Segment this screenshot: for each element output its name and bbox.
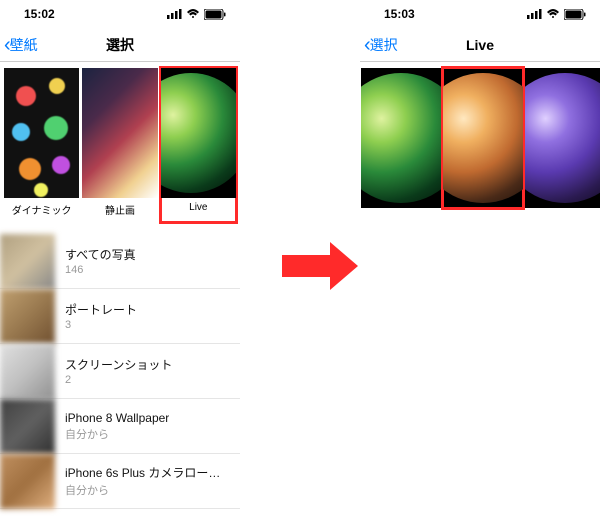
back-button[interactable]: ‹ 選択 [360, 35, 398, 55]
album-row[interactable]: iPhone 8 Wallpaper自分から [0, 399, 240, 454]
status-bar: 15:03 [360, 0, 600, 28]
nav-bar: ‹ 壁紙 選択 [0, 28, 240, 62]
screen-wallpaper-select: 15:02 ‹ 壁紙 選択 ダイナミック静止画Live すべての写真146ポート… [0, 0, 240, 519]
planet-icon [443, 73, 523, 203]
status-time: 15:03 [384, 7, 415, 21]
back-label: 壁紙 [10, 35, 38, 55]
wifi-icon [546, 9, 560, 19]
album-count: 3 [65, 319, 137, 331]
album-row[interactable]: ポートレート3 [0, 289, 240, 344]
wifi-icon [186, 9, 200, 19]
signal-icon [167, 9, 182, 19]
live-wallpaper-row [360, 62, 600, 212]
status-time: 15:02 [24, 7, 55, 21]
album-list: すべての写真146ポートレート3スクリーンショット2iPhone 8 Wallp… [0, 234, 240, 509]
album-row[interactable]: スクリーンショット2 [0, 344, 240, 399]
album-title: ポートレート [65, 301, 137, 318]
battery-icon [564, 9, 586, 20]
album-thumb [0, 454, 55, 509]
album-title: iPhone 8 Wallpaper [65, 411, 169, 425]
nav-bar: ‹ 選択 Live [360, 28, 600, 62]
album-thumb [0, 399, 55, 454]
signal-icon [527, 9, 542, 19]
arrow-right-icon [282, 255, 358, 290]
wallpaper-category-row: ダイナミック 静止画 Live [0, 62, 240, 226]
category-label: 静止画 [105, 202, 135, 220]
album-row[interactable]: すべての写真146 [0, 234, 240, 289]
album-thumb [0, 344, 55, 399]
category-label: ダイナミック [12, 202, 72, 220]
live-wallpaper-purple[interactable] [525, 68, 600, 208]
wallpaper-category-ダイナミック[interactable]: ダイナミック [4, 68, 79, 222]
album-title: スクリーンショット [65, 356, 172, 373]
album-thumb [0, 234, 55, 289]
battery-icon [204, 9, 226, 20]
album-count: 146 [65, 264, 136, 276]
category-label: Live [189, 202, 207, 220]
planet-icon [525, 73, 600, 203]
album-count: 自分から [65, 426, 169, 442]
category-thumb [4, 68, 79, 198]
wallpaper-category-Live[interactable]: Live [161, 68, 236, 222]
status-bar: 15:02 [0, 0, 240, 28]
album-row[interactable]: iPhone 6s Plus カメラロールのバ…自分から [0, 454, 240, 509]
back-button[interactable]: ‹ 壁紙 [0, 35, 38, 55]
album-title: すべての写真 [65, 246, 136, 263]
album-count: 自分から [65, 482, 230, 498]
screen-live-wallpapers: 15:03 ‹ 選択 Live [360, 0, 600, 519]
planet-icon [361, 73, 441, 203]
live-wallpaper-green[interactable] [361, 68, 441, 208]
album-count: 2 [65, 374, 172, 386]
wallpaper-category-静止画[interactable]: 静止画 [82, 68, 157, 222]
status-icons [527, 9, 586, 20]
album-thumb [0, 289, 55, 344]
live-wallpaper-orange[interactable] [443, 68, 523, 208]
album-title: iPhone 6s Plus カメラロールのバ… [65, 464, 230, 481]
category-thumb [161, 68, 236, 198]
status-icons [167, 9, 226, 20]
category-thumb [82, 68, 157, 198]
back-label: 選択 [370, 35, 398, 55]
